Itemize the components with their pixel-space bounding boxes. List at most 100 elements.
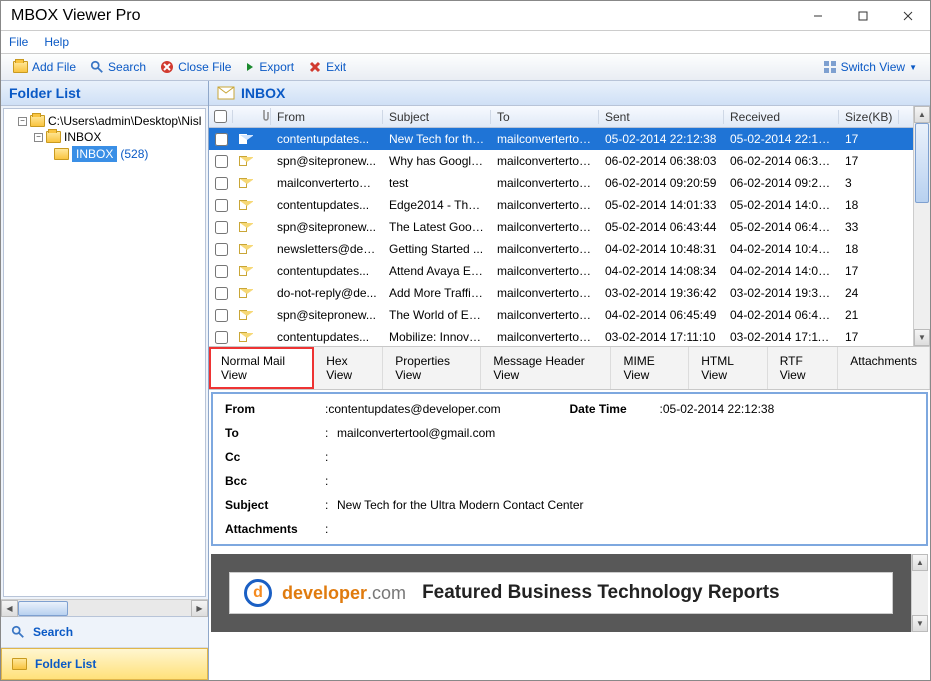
row-checkbox[interactable]: [215, 331, 228, 344]
select-all-checkbox[interactable]: [214, 110, 227, 123]
col-received[interactable]: Received: [724, 110, 839, 124]
tab-attachments[interactable]: Attachments: [838, 347, 930, 389]
row-checkbox[interactable]: [215, 221, 228, 234]
mail-icon: [239, 222, 247, 232]
menu-file[interactable]: File: [9, 35, 28, 49]
row-checkbox[interactable]: [215, 287, 228, 300]
row-from: contentupdates...: [271, 330, 383, 344]
tab-message-header-view[interactable]: Message Header View: [481, 347, 611, 389]
tree-inbox-label: INBOX: [64, 130, 101, 144]
col-sent[interactable]: Sent: [599, 110, 724, 124]
row-sent: 05-02-2014 22:12:38: [599, 132, 724, 146]
exit-label: Exit: [326, 60, 346, 74]
col-from[interactable]: From: [271, 110, 383, 124]
mail-details: From : contentupdates@developer.com Date…: [211, 392, 928, 546]
tree-hscroll[interactable]: ◀ ▶: [1, 599, 208, 616]
tab-hex-view[interactable]: Hex View: [314, 347, 383, 389]
sidebar-tab-folder-list[interactable]: Folder List: [1, 648, 208, 680]
mail-icon: [239, 156, 247, 166]
title-bar: MBOX Viewer Pro: [1, 1, 930, 31]
tree-inbox[interactable]: − INBOX: [6, 129, 203, 145]
switch-view-dropdown[interactable]: Switch View ▼: [816, 57, 924, 77]
close-button[interactable]: [885, 1, 930, 31]
maximize-button[interactable]: [840, 1, 885, 31]
mail-row[interactable]: do-not-reply@de...Add More Traffic ...ma…: [209, 282, 913, 304]
preview-vscroll[interactable]: ▲ ▼: [911, 554, 928, 632]
collapse-icon[interactable]: −: [34, 133, 43, 142]
subject-label: Subject: [225, 498, 325, 512]
row-from: do-not-reply@de...: [271, 286, 383, 300]
folder-tree[interactable]: − C:\Users\admin\Desktop\Nisl − INBOX IN…: [3, 108, 206, 597]
sidebar: Folder List − C:\Users\admin\Desktop\Nis…: [1, 81, 209, 680]
row-checkbox[interactable]: [215, 309, 228, 322]
scroll-down-icon[interactable]: ▼: [912, 615, 928, 632]
tab-rtf-view[interactable]: RTF View: [768, 347, 839, 389]
export-button[interactable]: Export: [239, 58, 300, 76]
row-from: contentupdates...: [271, 132, 383, 146]
scroll-up-icon[interactable]: ▲: [912, 554, 928, 571]
mail-row[interactable]: contentupdates...Mobilize: Innovat...mai…: [209, 326, 913, 346]
row-to: mailconvertertool...: [491, 154, 599, 168]
attachments-value: [337, 522, 914, 536]
bcc-label: Bcc: [225, 474, 325, 488]
mail-row[interactable]: spn@sitepronew...Why has Google ...mailc…: [209, 150, 913, 172]
export-icon: [245, 61, 255, 73]
row-checkbox[interactable]: [215, 243, 228, 256]
row-to: mailconvertertool...: [491, 264, 599, 278]
mail-row[interactable]: contentupdates...Attend Avaya Evo...mail…: [209, 260, 913, 282]
folder-icon: [46, 131, 61, 143]
col-to[interactable]: To: [491, 110, 599, 124]
cc-value: [337, 450, 914, 464]
row-checkbox[interactable]: [215, 177, 228, 190]
col-attachment: [253, 108, 271, 125]
brand-text: developer.com: [282, 583, 406, 604]
tab-normal-mail-view[interactable]: Normal Mail View: [209, 347, 314, 389]
row-subject: test: [383, 176, 491, 190]
mail-row[interactable]: mailconvertertool...testmailconvertertoo…: [209, 172, 913, 194]
tab-html-view[interactable]: HTML View: [689, 347, 768, 389]
collapse-icon[interactable]: −: [18, 117, 27, 126]
col-subject[interactable]: Subject: [383, 110, 491, 124]
row-to: mailconvertertool...: [491, 330, 599, 344]
row-size: 24: [839, 286, 899, 300]
minimize-button[interactable]: [795, 1, 840, 31]
tree-root[interactable]: − C:\Users\admin\Desktop\Nisl: [6, 113, 203, 129]
row-checkbox[interactable]: [215, 265, 228, 278]
scroll-up-icon[interactable]: ▲: [914, 106, 930, 123]
menu-help[interactable]: Help: [44, 35, 69, 49]
row-from: spn@sitepronew...: [271, 220, 383, 234]
col-checkbox[interactable]: [209, 110, 233, 123]
scroll-thumb[interactable]: [18, 601, 68, 616]
mail-icon: [239, 288, 247, 298]
col-size[interactable]: Size(KB): [839, 110, 899, 124]
subject-value: New Tech for the Ultra Modern Contact Ce…: [337, 498, 914, 512]
exit-button[interactable]: Exit: [302, 58, 352, 76]
grid-vscroll[interactable]: ▲ ▼: [913, 106, 930, 346]
row-size: 17: [839, 154, 899, 168]
banner-tagline: Featured Business Technology Reports: [422, 582, 780, 604]
mail-row[interactable]: contentupdates...New Tech for the ...mai…: [209, 128, 913, 150]
row-checkbox[interactable]: [215, 155, 228, 168]
sidebar-tab-search[interactable]: Search: [1, 617, 208, 648]
menu-bar: File Help: [1, 31, 930, 53]
mail-row[interactable]: spn@sitepronew...The Latest Googl...mail…: [209, 216, 913, 238]
search-button[interactable]: Search: [84, 58, 152, 76]
mail-row[interactable]: spn@sitepronew...The World of Eco...mail…: [209, 304, 913, 326]
row-checkbox[interactable]: [215, 199, 228, 212]
tab-mime-view[interactable]: MIME View: [611, 347, 689, 389]
row-from: contentupdates...: [271, 198, 383, 212]
mail-row[interactable]: contentupdates...Edge2014 - The P...mail…: [209, 194, 913, 216]
from-label: From: [225, 402, 325, 416]
row-subject: The Latest Googl...: [383, 220, 491, 234]
tree-inbox-sub[interactable]: INBOX (528): [6, 145, 203, 163]
scroll-right-icon[interactable]: ▶: [191, 600, 208, 617]
row-checkbox[interactable]: [215, 133, 228, 146]
scroll-left-icon[interactable]: ◀: [1, 600, 18, 617]
row-from: mailconvertertool...: [271, 176, 383, 190]
close-file-button[interactable]: Close File: [154, 58, 237, 76]
scroll-down-icon[interactable]: ▼: [914, 329, 930, 346]
scroll-thumb[interactable]: [915, 123, 929, 203]
tab-properties-view[interactable]: Properties View: [383, 347, 481, 389]
mail-row[interactable]: newsletters@dev...Getting Started ...mai…: [209, 238, 913, 260]
add-file-button[interactable]: Add File: [7, 58, 82, 76]
